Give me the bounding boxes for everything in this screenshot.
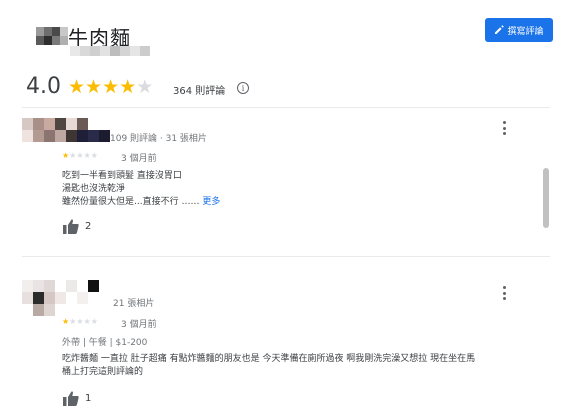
review-2-line: 吃炸醬麵 一直拉 肚子超痛 有點炸醬麵的朋友也是 今天準備在廁所過夜 啊我剛洗完… — [62, 354, 476, 364]
like-button[interactable]: 1 — [63, 391, 91, 406]
review-2-date: 3 個月前 — [121, 320, 157, 330]
blur-pixel — [88, 130, 99, 142]
reviewer-1-meta: 109 則評論 · 31 張相片 — [110, 134, 207, 144]
blur-pixel — [44, 292, 55, 304]
blur-pixel — [36, 27, 44, 36]
pencil-icon — [495, 25, 505, 34]
more-link[interactable]: 更多 — [202, 197, 220, 207]
blur-pixel — [66, 118, 77, 130]
review-2-line: 桶上打完這則評論的 — [62, 367, 144, 377]
blur-pixel — [120, 46, 130, 56]
star-empty-icon: ★ — [90, 317, 98, 326]
more-vert-icon[interactable] — [501, 286, 507, 300]
divider — [22, 256, 550, 257]
blur-pixel — [130, 46, 140, 56]
blur-pixel — [52, 27, 60, 36]
blur-pixel — [77, 118, 88, 130]
blur-pixel — [22, 118, 33, 130]
blur-pixel — [33, 292, 44, 304]
star-filled-icon: ★ — [85, 76, 103, 98]
average-rating: 4.0 — [26, 74, 61, 99]
blur-pixel — [44, 280, 55, 292]
blur-pixel — [60, 36, 68, 45]
write-review-label: 撰寫評論 — [507, 26, 544, 37]
blur-pixel — [66, 130, 77, 142]
blur-pixel — [99, 130, 110, 142]
blur-pixel — [110, 46, 120, 56]
reviewer-2-meta: 21 張相片 — [113, 299, 155, 309]
place-name-blurred — [36, 27, 68, 45]
blur-pixel — [90, 46, 100, 56]
blur-pixel — [44, 36, 52, 45]
blur-pixel — [140, 46, 150, 56]
blur-pixel — [33, 280, 44, 292]
star-empty-icon: ★ — [136, 76, 154, 98]
star-filled-icon: ★ — [102, 76, 120, 98]
thumb-up-icon — [63, 219, 79, 234]
star-filled-icon: ★ — [68, 76, 86, 98]
blur-pixel — [36, 36, 44, 45]
review-2-text: 吃炸醬麵 一直拉 肚子超痛 有點炸醬麵的朋友也是 今天準備在廁所過夜 啊我剛洗完… — [62, 353, 532, 379]
blur-pixel — [33, 304, 44, 316]
blur-pixel — [22, 280, 33, 292]
blur-pixel — [33, 130, 44, 142]
blur-pixel — [66, 280, 77, 292]
blur-pixel — [80, 46, 90, 56]
star-empty-icon: ★ — [76, 151, 84, 160]
review-1-stars: ★★★★★ — [62, 151, 98, 160]
more-vert-icon[interactable] — [501, 121, 507, 135]
blur-pixel — [55, 130, 66, 142]
blur-pixel — [33, 118, 44, 130]
blur-pixel — [52, 36, 60, 45]
blur-pixel — [44, 27, 52, 36]
review-1-text: 吃到一半看到頭髮 直接沒胃口 湯匙也沒洗乾淨 雖然份量很大但是...直接不行 …… — [62, 170, 220, 209]
reviewer-1-blurred — [22, 118, 110, 142]
divider — [22, 107, 550, 108]
blur-pixel — [44, 130, 55, 142]
blur-pixel — [22, 292, 33, 304]
thumb-up-icon — [63, 391, 79, 406]
blur-pixel — [70, 46, 80, 56]
write-review-button[interactable]: 撰寫評論 — [485, 18, 553, 42]
star-empty-icon: ★ — [90, 151, 98, 160]
blur-pixel — [88, 280, 99, 292]
review-count[interactable]: 364 則評論 — [173, 82, 225, 97]
blur-pixel — [60, 27, 68, 36]
like-button[interactable]: 2 — [63, 219, 91, 234]
review-1-truncated-line: 雖然份量很大但是...直接不行 …… — [62, 197, 200, 207]
blur-pixel — [77, 292, 88, 304]
review-1-line: 湯匙也沒洗乾淨 — [62, 184, 126, 194]
review-1-line: 吃到一半看到頭髮 直接沒胃口 — [62, 171, 182, 181]
reviewer-2-blurred — [22, 280, 102, 316]
blur-pixel — [100, 46, 110, 56]
blur-pixel — [55, 118, 66, 130]
like-count: 1 — [85, 393, 92, 404]
info-icon[interactable]: i — [237, 82, 249, 94]
review-1-line: 雖然份量很大但是...直接不行 …… 更多 — [62, 196, 220, 209]
average-rating-stars: ★★★★★ — [68, 76, 153, 98]
blur-pixel — [55, 292, 66, 304]
blur-pixel — [22, 130, 33, 142]
place-subtitle-blurred — [70, 46, 154, 56]
review-1-date: 3 個月前 — [121, 154, 157, 164]
blur-pixel — [77, 130, 88, 142]
scrollbar[interactable] — [543, 168, 549, 228]
star-empty-icon: ★ — [83, 151, 91, 160]
blur-pixel — [44, 304, 55, 316]
like-count: 2 — [85, 221, 92, 232]
star-empty-icon: ★ — [76, 317, 84, 326]
review-2-tags: 外帶 | 午餐 | $1-200 — [62, 338, 148, 348]
review-2-stars: ★★★★★ — [62, 317, 98, 326]
star-empty-icon: ★ — [83, 317, 91, 326]
blur-pixel — [44, 118, 55, 130]
star-filled-icon: ★ — [119, 76, 137, 98]
